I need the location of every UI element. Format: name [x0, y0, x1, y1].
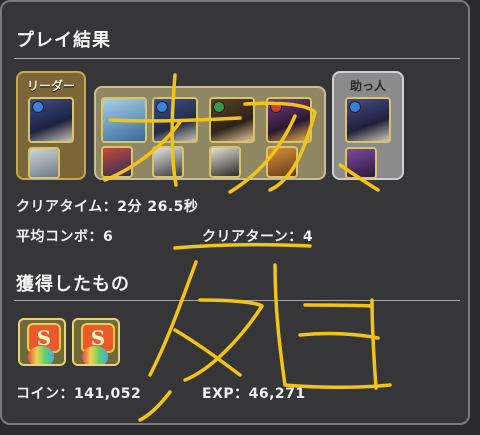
clear-time-label: クリアタイム： — [16, 199, 118, 215]
coin-label: コイン： — [16, 386, 74, 402]
acquired-divider — [14, 300, 460, 301]
reward-item-icon[interactable]: S — [18, 318, 66, 366]
sub-members-slot — [94, 86, 326, 180]
sub-assist-3-icon[interactable] — [209, 146, 241, 178]
leader-label: リーダー — [26, 79, 75, 93]
clear-turn-value: 4 — [302, 229, 314, 245]
avg-combo-value: 6 — [103, 229, 114, 245]
skill-orb-icon — [270, 101, 282, 113]
clear-time-row: クリアタイム：2分 26.5秒 — [16, 196, 198, 216]
exp-label: EXP： — [202, 386, 249, 402]
leader-slot[interactable]: リーダー — [16, 71, 86, 180]
clear-time-value: 2分 26.5秒 — [117, 199, 199, 215]
gem-icon — [28, 346, 54, 364]
clear-turn-label: クリアターン： — [202, 229, 303, 245]
play-result-title: プレイ結果 — [16, 30, 111, 51]
exp-row: EXP：46,271 — [202, 383, 306, 403]
sub-assist-4-icon[interactable] — [266, 146, 298, 178]
helper-monster-icon[interactable] — [345, 97, 391, 143]
coin-row: コイン：141,052 — [16, 383, 141, 403]
sub-monster-3-icon[interactable] — [209, 97, 255, 143]
sub-assist-1-icon[interactable] — [101, 146, 133, 178]
clear-turn-row: クリアターン：4 — [202, 226, 313, 246]
sub-monster-2-icon[interactable] — [152, 97, 198, 143]
leader-assist-icon[interactable] — [28, 147, 60, 179]
avg-combo-label: 平均コンボ： — [16, 229, 103, 245]
skill-orb-icon — [213, 101, 225, 113]
avg-combo-row: 平均コンボ：6 — [16, 226, 113, 246]
sub-monster-4-icon[interactable] — [266, 97, 312, 143]
helper-label: 助っ人 — [349, 79, 386, 93]
acquired-title: 獲得したもの — [16, 274, 130, 295]
helper-assist-icon[interactable] — [345, 147, 377, 179]
sub-monster-1-icon[interactable] — [101, 97, 147, 143]
skill-orb-icon — [349, 101, 361, 113]
coin-value: 141,052 — [74, 386, 142, 402]
title-divider — [14, 58, 460, 59]
leader-monster-icon[interactable] — [28, 97, 74, 143]
skill-orb-icon — [156, 101, 168, 113]
result-panel: プレイ結果 リーダー 助っ人 クリアタイム：2分 26.5秒 平均コンボ：6 ク… — [0, 0, 470, 425]
skill-orb-icon — [32, 101, 44, 113]
sub-assist-2-icon[interactable] — [152, 146, 184, 178]
exp-value: 46,271 — [248, 386, 306, 402]
helper-slot[interactable]: 助っ人 — [332, 71, 404, 180]
reward-item-icon[interactable]: S — [72, 318, 120, 366]
gem-icon — [82, 346, 108, 364]
